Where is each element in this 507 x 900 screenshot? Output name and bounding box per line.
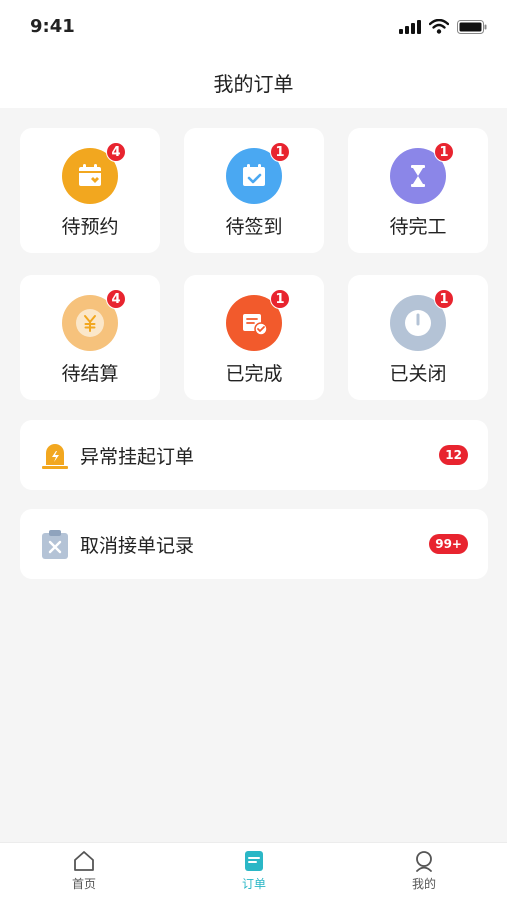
tab-label: 订单	[241, 877, 266, 891]
row-abnormal-suspended-orders[interactable]: 异常挂起订单 12	[20, 420, 488, 490]
wifi-icon	[429, 19, 449, 34]
profile-icon	[416, 851, 432, 872]
status-time: 9:41	[30, 16, 75, 37]
tab-orders[interactable]: 订单	[224, 849, 284, 892]
order-card-pending-completion[interactable]: 1 待完工	[348, 128, 488, 253]
count-badge: 1	[434, 142, 454, 162]
home-icon	[74, 851, 94, 871]
count-badge: 4	[106, 142, 126, 162]
tab-label: 我的	[411, 877, 436, 891]
tab-profile[interactable]: 我的	[394, 849, 454, 892]
row-label: 异常挂起订单	[80, 446, 195, 468]
card-label: 已关闭	[389, 363, 447, 385]
cancel-clipboard-icon	[42, 530, 68, 559]
card-label: 已完成	[225, 363, 283, 385]
order-card-pending-checkin[interactable]: 1 待签到	[184, 128, 324, 253]
alarm-icon	[42, 444, 68, 469]
row-label: 取消接单记录	[80, 535, 195, 557]
order-card-closed[interactable]: 1 已关闭	[348, 275, 488, 400]
tab-label: 首页	[71, 877, 96, 891]
card-label: 待预约	[61, 216, 119, 238]
status-bar: 9:41	[0, 0, 507, 56]
card-label: 待完工	[389, 216, 447, 238]
page-title: 我的订单	[213, 72, 294, 96]
battery-icon	[457, 19, 487, 34]
tab-home[interactable]: 首页	[54, 849, 114, 892]
nav-bar: 我的订单	[0, 56, 507, 108]
card-label: 待签到	[225, 216, 283, 238]
count-badge: 1	[270, 289, 290, 309]
count-badge: 99+	[429, 534, 468, 554]
order-card-completed[interactable]: 1 已完成	[184, 275, 324, 400]
count-badge: 1	[270, 142, 290, 162]
count-badge: 4	[106, 289, 126, 309]
row-cancelled-orders-record[interactable]: 取消接单记录 99+	[20, 509, 488, 579]
count-badge: 1	[434, 289, 454, 309]
order-card-pending-appointment[interactable]: 4 待预约	[20, 128, 160, 253]
card-label: 待结算	[61, 363, 119, 385]
order-icon	[245, 851, 263, 871]
signal-icon	[399, 19, 421, 34]
order-card-pending-settlement[interactable]: 4 待结算	[20, 275, 160, 400]
count-badge: 12	[439, 445, 468, 465]
tab-bar: 首页 订单 我的	[0, 842, 507, 900]
